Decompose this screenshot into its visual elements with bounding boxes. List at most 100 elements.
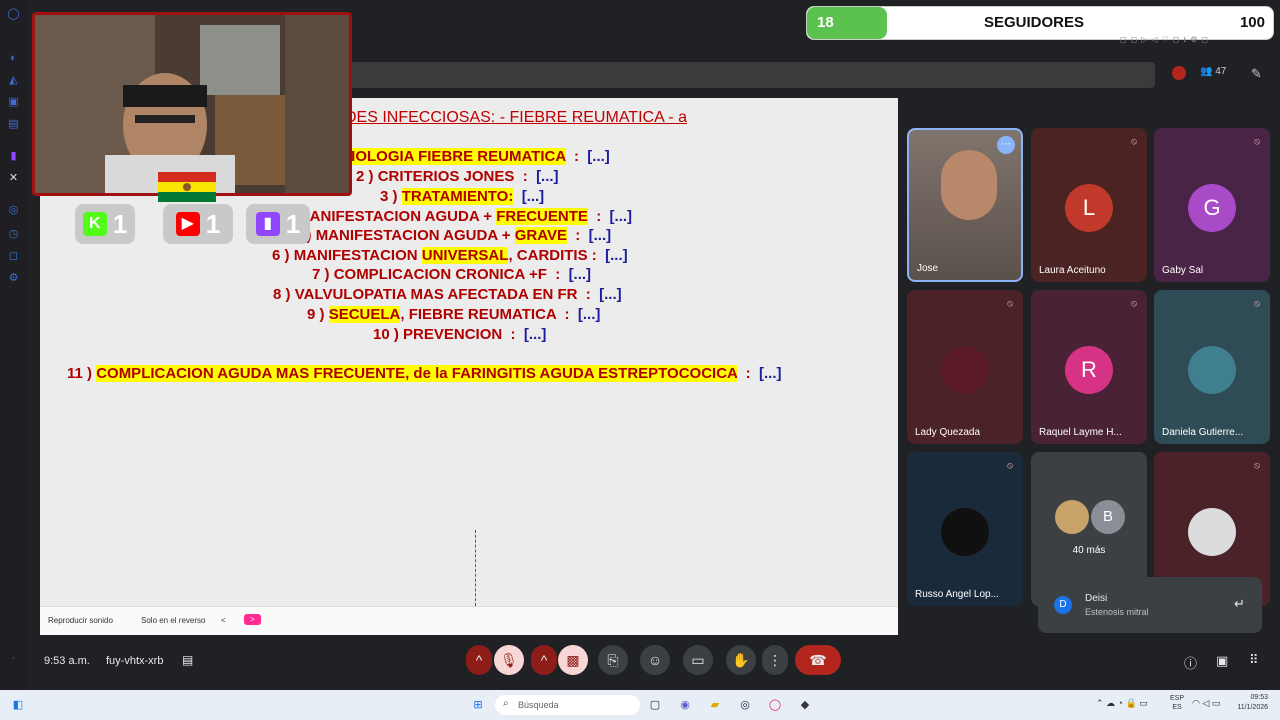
reverse-only-toggle[interactable]: Solo en el reverso bbox=[141, 616, 205, 625]
chat-icon[interactable]: ▣ bbox=[1216, 653, 1228, 669]
language-indicator[interactable]: ESP ES bbox=[1170, 694, 1184, 712]
more-options-button[interactable]: ⋮ bbox=[762, 645, 788, 675]
participant-tile[interactable]: Daniela Gutierre... ⦸ bbox=[1154, 290, 1270, 444]
taskbar-search[interactable]: ⌕ Búsqueda bbox=[495, 695, 640, 715]
sidebar-app-icon[interactable]: ◐ bbox=[7, 52, 20, 65]
slide-item-bracket[interactable]: [...] bbox=[569, 266, 592, 283]
task-view-icon[interactable]: ▢ bbox=[647, 697, 663, 713]
mic-off-icon: ⦸ bbox=[1254, 136, 1260, 146]
windows-start-icon[interactable]: ⊞ bbox=[470, 697, 486, 713]
slide-item-text: : bbox=[577, 286, 600, 303]
sidebar-app-icon[interactable]: ◻ bbox=[7, 250, 20, 263]
slide-item-bracket[interactable]: [...] bbox=[578, 306, 601, 323]
slide-item: 11 ) COMPLICACION AGUDA MAS FRECUENTE, d… bbox=[67, 365, 782, 382]
raise-hand-button[interactable]: ✋ bbox=[726, 645, 756, 675]
browser-sidebar: ◯ ◐ ◭ ▣ ▤ ▮ ✕ ◎ ◷ ◻ ⚙ · bbox=[0, 0, 28, 690]
slide-item: TIOLOGIA FIEBRE REUMATICA : [...] bbox=[342, 148, 610, 165]
captions-icon: ▭ bbox=[691, 652, 705, 668]
gx-icon[interactable]: · bbox=[7, 652, 20, 665]
browser-tab-icons[interactable]: ◻◻▷◁♡◻⭳⚙◻ bbox=[1120, 34, 1212, 48]
chat-sender-avatar: D bbox=[1054, 596, 1072, 614]
file-explorer-icon[interactable]: ▰ bbox=[707, 697, 723, 713]
activities-icon[interactable]: ⠿ bbox=[1249, 652, 1259, 668]
meeting-details-icon[interactable]: ▤ bbox=[182, 653, 193, 667]
participant-photo bbox=[1188, 346, 1236, 394]
slide-item-text: TRATAMIENTO: bbox=[401, 188, 514, 205]
mic-off-icon: ⦸ bbox=[1131, 136, 1137, 146]
slide-item-bracket[interactable]: [...] bbox=[759, 365, 782, 382]
participant-photo bbox=[941, 508, 989, 556]
chevron-up-icon: ^ bbox=[475, 652, 483, 668]
participant-name: Jose bbox=[917, 263, 939, 274]
system-clock[interactable]: 09:53 11/1/2026 bbox=[1230, 693, 1268, 713]
clock-date: 11/1/2026 bbox=[1237, 704, 1268, 711]
slide-item-number: 8 ) bbox=[273, 286, 295, 303]
participant-tile[interactable]: Russo Angel Lop... ⦸ bbox=[907, 452, 1023, 606]
slide-item-number: 11 ) bbox=[67, 365, 97, 382]
slide-item-bracket[interactable]: [...] bbox=[605, 247, 628, 264]
meeting-code[interactable]: fuy-vhtx-xrb bbox=[106, 655, 163, 667]
settings-icon[interactable]: ⚙ bbox=[7, 272, 20, 285]
slide-item-bracket[interactable]: [...] bbox=[536, 168, 559, 185]
participant-avatar: L bbox=[1065, 184, 1113, 232]
sidebar-app-icon[interactable]: ▣ bbox=[7, 96, 20, 109]
reply-icon[interactable]: ↵ bbox=[1234, 596, 1245, 612]
clock-icon[interactable]: ◷ bbox=[7, 228, 20, 241]
slide-item-bracket[interactable]: [...] bbox=[522, 188, 545, 205]
slide-item-bracket[interactable]: [...] bbox=[587, 148, 610, 165]
play-sound-toggle[interactable]: Reproducir sonido bbox=[48, 616, 113, 625]
slide-item: 9 ) SECUELA, FIEBRE REUMATICA : [...] bbox=[307, 306, 600, 323]
sidebar-app-icon[interactable]: ▤ bbox=[7, 118, 20, 131]
prev-button[interactable]: < bbox=[221, 616, 226, 625]
viewers-count: 47 bbox=[1215, 66, 1227, 77]
widgets-icon[interactable]: ◧ bbox=[10, 697, 26, 713]
present-button[interactable]: ⎘ bbox=[598, 645, 628, 675]
people-icon: 👥 bbox=[1200, 66, 1213, 77]
mic-toggle-button[interactable]: 🎙 bbox=[494, 645, 524, 675]
slide-item-text: MANIFESTACION AGUDA + bbox=[297, 208, 497, 225]
slide-item-bracket[interactable]: [...] bbox=[610, 208, 633, 225]
app-icon[interactable]: ◆ bbox=[797, 697, 813, 713]
next-button[interactable]: > bbox=[244, 614, 261, 625]
audio-options-button[interactable]: ^ bbox=[466, 645, 492, 675]
mic-off-icon: ⦸ bbox=[1131, 298, 1137, 308]
slide-item-text: : bbox=[587, 247, 606, 264]
steam-icon[interactable]: ◎ bbox=[737, 697, 753, 713]
slide-item-text: UNIVERSAL bbox=[421, 247, 509, 264]
slide-item-bracket[interactable]: [...] bbox=[589, 227, 612, 244]
captions-button[interactable]: ▭ bbox=[683, 645, 713, 675]
more-icon[interactable]: ⋯ bbox=[997, 136, 1015, 154]
slide-item-text: : bbox=[566, 227, 589, 244]
participant-tile[interactable]: ⋯ Jose bbox=[907, 128, 1023, 282]
opera-icon[interactable]: ◯ bbox=[7, 8, 20, 21]
teams-icon[interactable]: ◉ bbox=[677, 697, 693, 713]
opera-gx-icon[interactable]: ◯ bbox=[767, 697, 783, 713]
meeting-time: 9:53 a.m. bbox=[44, 655, 90, 667]
slide-item-number: 9 ) bbox=[307, 306, 329, 323]
info-icon[interactable]: ⓘ bbox=[1184, 653, 1197, 672]
x-icon[interactable]: ✕ bbox=[7, 172, 20, 185]
video-options-button[interactable]: ^ bbox=[531, 645, 557, 675]
leave-call-button[interactable]: ☎ bbox=[795, 645, 841, 675]
chat-notification[interactable]: D Deisi Estenosis mitral ↵ bbox=[1038, 577, 1262, 633]
sidebar-app-icon[interactable]: ◭ bbox=[7, 74, 20, 87]
twitch-icon[interactable]: ▮ bbox=[7, 150, 20, 163]
slide-item-text: : bbox=[502, 326, 524, 343]
participant-tile[interactable]: Lady Quezada ⦸ bbox=[907, 290, 1023, 444]
pen-icon[interactable]: ✎ bbox=[1251, 66, 1262, 82]
slide-item-bracket[interactable]: [...] bbox=[599, 286, 622, 303]
slide-item-number: 3 ) bbox=[380, 188, 402, 205]
sidebar-app-icon[interactable]: ◎ bbox=[7, 204, 20, 217]
slide-item-text bbox=[513, 188, 521, 205]
camera-toggle-button[interactable]: ▩ bbox=[558, 645, 588, 675]
participant-tile[interactable]: L Laura Aceituno ⦸ bbox=[1031, 128, 1147, 282]
viewers-indicator[interactable]: 👥 47 bbox=[1200, 66, 1226, 77]
participant-tile[interactable]: R Raquel Layme H... ⦸ bbox=[1031, 290, 1147, 444]
network-volume-icons[interactable]: ◠ ◁ ▭ bbox=[1192, 698, 1220, 709]
tray-icons[interactable]: ⌃ ☁ ◔ 🔒 ▭ bbox=[1096, 698, 1148, 709]
reactions-button[interactable]: ☺ bbox=[640, 645, 670, 675]
slide-item-bracket[interactable]: [...] bbox=[524, 326, 547, 343]
record-icon[interactable] bbox=[1172, 66, 1186, 80]
participant-tile[interactable]: G Gaby Sal ⦸ bbox=[1154, 128, 1270, 282]
participant-name: 40 más bbox=[1072, 545, 1106, 556]
